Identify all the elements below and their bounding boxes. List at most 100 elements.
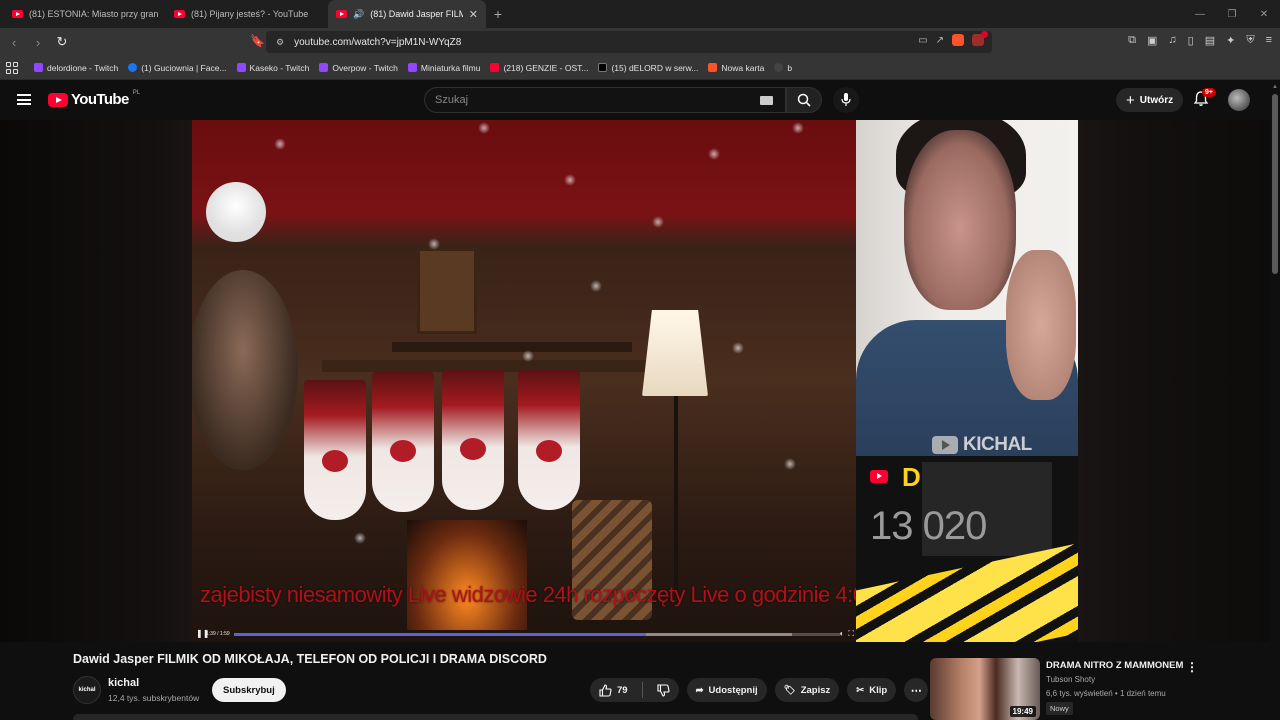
volume-icon[interactable]: ◐	[840, 629, 845, 639]
subscribe-button[interactable]: Subskrybuj	[212, 678, 286, 702]
site-settings-icon[interactable]: ⚙	[276, 37, 284, 48]
scene-santa-face	[192, 270, 298, 470]
recommended-channel[interactable]: Tubson Shoty	[1046, 675, 1095, 684]
share-button[interactable]: ➦ Udostępnij	[686, 678, 767, 702]
bookmark-item[interactable]: b	[774, 63, 792, 73]
fullscreen-icon[interactable]: ⛶	[848, 629, 854, 639]
progress-bar[interactable]	[234, 633, 840, 636]
channel-avatar[interactable]: kichal	[73, 676, 101, 704]
audio-playing-icon[interactable]: 🔊	[353, 9, 364, 20]
tab-title: (81) Pijany jesteś? - YouTube	[191, 9, 309, 19]
minimize-icon[interactable]: —	[1184, 0, 1216, 28]
scroll-up-icon[interactable]: ▲	[1272, 84, 1278, 90]
like-dislike-group: 79	[590, 678, 679, 702]
address-bar[interactable]: ⚙ youtube.com/watch?v=jpM1N-WYqZ8 ▭ ↗	[266, 31, 992, 53]
youtube-header: YouTube PL Szukaj + Utwórz 9+	[0, 80, 1280, 120]
search-button[interactable]	[786, 87, 822, 113]
scene-picture-frame	[417, 248, 477, 334]
video-title: Dawid Jasper FILMIK OD MIKOŁAJA, TELEFON…	[73, 652, 547, 666]
apps-grid-icon[interactable]	[6, 61, 18, 74]
bookmark-item[interactable]: (1) Guciownia | Face...	[128, 63, 227, 73]
address-bar-icons: ▭ ↗	[918, 31, 988, 46]
cast-icon[interactable]: ▭	[918, 35, 927, 46]
account-avatar[interactable]	[1228, 89, 1250, 111]
browser-tab-active[interactable]: 🔊 (81) Dawid Jasper FILMIK OD ✕	[328, 0, 486, 28]
save-label: Zapisz	[800, 684, 831, 696]
browser-tab[interactable]: (81) Pijany jesteś? - YouTube	[166, 0, 328, 28]
leo-ai-icon[interactable]: ✦	[1226, 34, 1235, 47]
youtube-logo[interactable]: YouTube PL	[48, 90, 140, 108]
share-icon[interactable]: ↗	[936, 35, 944, 46]
more-actions-button[interactable]: ⋯	[904, 678, 929, 702]
wallet-icon[interactable]: ▤	[1205, 34, 1215, 47]
close-tab-icon[interactable]: ✕	[469, 8, 478, 21]
bookmark-item[interactable]: (15) dELORD w serw...	[598, 63, 698, 73]
bookmarks-bar: delordione - Twitch (1) Guciownia | Face…	[0, 56, 1280, 80]
keyboard-icon[interactable]	[760, 96, 773, 105]
scene-paw-print	[322, 450, 348, 472]
back-button[interactable]: ‹	[4, 32, 24, 52]
bookmark-item[interactable]: Miniaturka filmu	[407, 62, 481, 73]
forward-button[interactable]: ›	[28, 32, 48, 52]
save-button[interactable]: 🏷 Zapisz	[774, 678, 840, 702]
snowflake	[652, 216, 664, 228]
like-count: 79	[617, 684, 628, 696]
bookmark-label: Overpow - Twitch	[332, 62, 398, 73]
scrollbar-thumb[interactable]	[1272, 94, 1278, 274]
notification-count-badge: 9+	[1202, 88, 1216, 97]
create-label: Utwórz	[1139, 94, 1174, 106]
create-button[interactable]: + Utwórz	[1116, 88, 1184, 112]
browser-tab[interactable]: (81) ESTONIA: Miasto przy granicy z R	[4, 0, 166, 28]
share-label: Udostępnij	[708, 684, 758, 696]
page-scrollbar[interactable]: ▲	[1270, 80, 1280, 720]
video-actions: 79 ➦ Udostępnij 🏷 Zapisz ✂ Klip ⋯	[590, 678, 929, 702]
hamburger-menu-icon[interactable]	[17, 94, 31, 105]
video-frame-main: zajebisty niesamowity Live widzowie 24h …	[192, 120, 856, 642]
clip-button[interactable]: ✂ Klip	[847, 678, 897, 702]
watermark-text: KICHAL	[963, 434, 1032, 455]
search-input[interactable]: Szukaj	[424, 87, 786, 113]
window-controls: — ❐ ✕	[1184, 0, 1280, 28]
recommended-thumbnail[interactable]: 19:49	[930, 658, 1040, 720]
extensions-icon[interactable]: ⧉	[1128, 34, 1136, 47]
video-player[interactable]: zajebisty niesamowity Live widzowie 24h …	[192, 120, 1078, 642]
logo-text: YouTube	[71, 91, 129, 108]
scene-fireplace	[407, 520, 527, 630]
bookmark-item[interactable]: Nowa karta	[708, 63, 764, 73]
webcam-arm	[1006, 250, 1076, 400]
snowflake	[784, 458, 796, 470]
dislike-button[interactable]	[648, 678, 679, 702]
scene-shelf	[392, 342, 632, 352]
close-window-icon[interactable]: ✕	[1248, 0, 1280, 28]
clip-label: Klip	[869, 684, 888, 696]
bookmark-label: Miniaturka filmu	[420, 62, 481, 73]
snowflake	[708, 148, 720, 160]
description-box-edge	[73, 714, 918, 720]
maximize-icon[interactable]: ❐	[1216, 0, 1248, 28]
sidebar-icon[interactable]: ▯	[1188, 34, 1194, 47]
recommended-title[interactable]: DRAMA NITRO Z MAMMONEM	[1046, 660, 1183, 671]
bookmark-item[interactable]: (218) GENZIE - OST...	[490, 63, 588, 73]
brave-rewards-icon[interactable]	[972, 31, 988, 46]
bookmark-item[interactable]: delordione - Twitch	[34, 63, 118, 73]
reload-button[interactable]: ↻	[52, 32, 72, 52]
music-icon[interactable]: ♫	[1168, 34, 1176, 47]
scene-paw-print	[536, 440, 562, 462]
vpn-icon[interactable]: ⛨	[1246, 34, 1254, 47]
brave-shields-icon[interactable]	[952, 34, 964, 46]
channel-name[interactable]: kichal	[108, 677, 139, 689]
kebab-menu-icon[interactable]: ⋮	[1186, 660, 1198, 674]
bookmark-icon[interactable]: 🔖	[250, 34, 265, 48]
like-button[interactable]: 79	[590, 678, 637, 702]
voice-search-button[interactable]	[833, 87, 859, 113]
bookmark-item[interactable]: Kaseko - Twitch	[236, 63, 309, 73]
snowflake	[564, 174, 576, 186]
twitch-icon	[319, 63, 329, 72]
scene-paw-print	[460, 438, 486, 460]
bookmark-save-icon: 🏷	[783, 684, 796, 696]
menu-icon[interactable]: ≡	[1266, 34, 1272, 47]
bookmark-item[interactable]: Overpow - Twitch	[319, 63, 398, 73]
recommended-video[interactable]: 19:49 DRAMA NITRO Z MAMMONEM Tubson Shot…	[928, 656, 1258, 720]
new-tab-button[interactable]: +	[486, 0, 510, 28]
screenshot-icon[interactable]: ▣	[1147, 34, 1157, 47]
